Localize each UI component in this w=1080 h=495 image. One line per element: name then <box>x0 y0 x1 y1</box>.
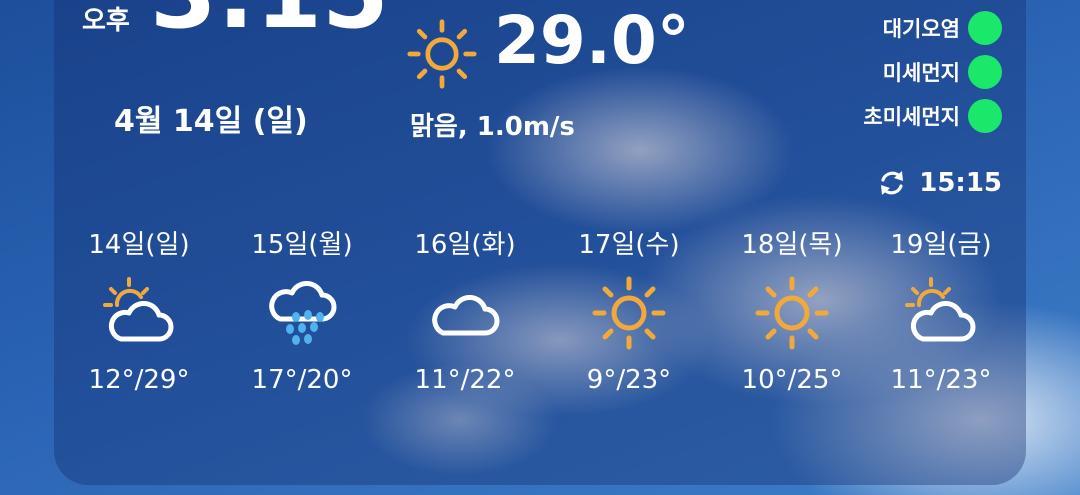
air-quality-label: 초미세먼지 <box>863 105 960 129</box>
rain-icon <box>269 281 337 345</box>
status-dot-icon <box>968 99 1002 133</box>
forecast-day[interactable]: 15일(월) 17°/20° <box>217 224 387 395</box>
partly-cloudy-icon <box>103 277 174 342</box>
forecast-day[interactable]: 16일(화) 11°/22° <box>380 224 550 395</box>
forecast-day[interactable]: 19일(금) 11°/23° <box>856 224 1026 395</box>
air-quality-row-pollution: 대기오염 <box>802 6 1002 50</box>
cloud-icon <box>432 295 500 336</box>
current-condition: 맑음, 1.0m/s <box>410 112 575 142</box>
ampm-label: 오후 <box>82 6 130 36</box>
forecast-day-label: 19일(금) <box>890 230 992 260</box>
sun-icon <box>407 19 477 89</box>
air-quality-label: 대기오염 <box>882 17 960 41</box>
partly-cloudy-icon <box>905 277 976 342</box>
forecast-temp: 10°/25° <box>741 365 843 395</box>
air-quality-row-pm25: 초미세먼지 <box>802 94 1002 138</box>
forecast-day[interactable]: 18일(목) 10°/25° <box>707 224 877 395</box>
sun-icon <box>592 276 666 350</box>
air-quality-label: 미세먼지 <box>882 61 960 85</box>
date-label: 4월 14일 (일) <box>114 104 308 139</box>
forecast-day-label: 14일(일) <box>88 230 190 260</box>
status-dot-icon <box>968 11 1002 45</box>
refresh-button[interactable]: 15:15 <box>877 168 1002 198</box>
forecast-day[interactable]: 17일(수) 9°/23° <box>544 224 714 395</box>
forecast-temp: 12°/29° <box>88 365 190 395</box>
refresh-icon[interactable] <box>877 168 907 198</box>
forecast-temp: 17°/20° <box>251 365 353 395</box>
current-temperature: 29.0° <box>494 2 690 79</box>
last-updated-time: 15:15 <box>919 168 1002 198</box>
air-quality-row-pm10: 미세먼지 <box>802 50 1002 94</box>
air-quality-panel: 대기오염 미세먼지 초미세먼지 <box>802 6 1002 138</box>
forecast-temp: 11°/22° <box>414 365 516 395</box>
status-dot-icon <box>968 55 1002 89</box>
forecast-day[interactable]: 14일(일) 12°/29° <box>54 224 224 395</box>
sun-icon <box>755 276 829 350</box>
forecast-day-label: 17일(수) <box>578 230 680 260</box>
forecast-day-label: 18일(목) <box>741 230 843 260</box>
forecast-temp: 11°/23° <box>890 365 992 395</box>
weather-widget[interactable]: 오후 3:15 4월 14일 (일) 29.0° 맑음, 1.0m/s 대기오염… <box>54 0 1026 485</box>
forecast-day-label: 16일(화) <box>414 230 516 260</box>
forecast-day-label: 15일(월) <box>251 230 353 260</box>
clock-time: 3:15 <box>150 0 389 42</box>
forecast-temp: 9°/23° <box>586 365 672 395</box>
